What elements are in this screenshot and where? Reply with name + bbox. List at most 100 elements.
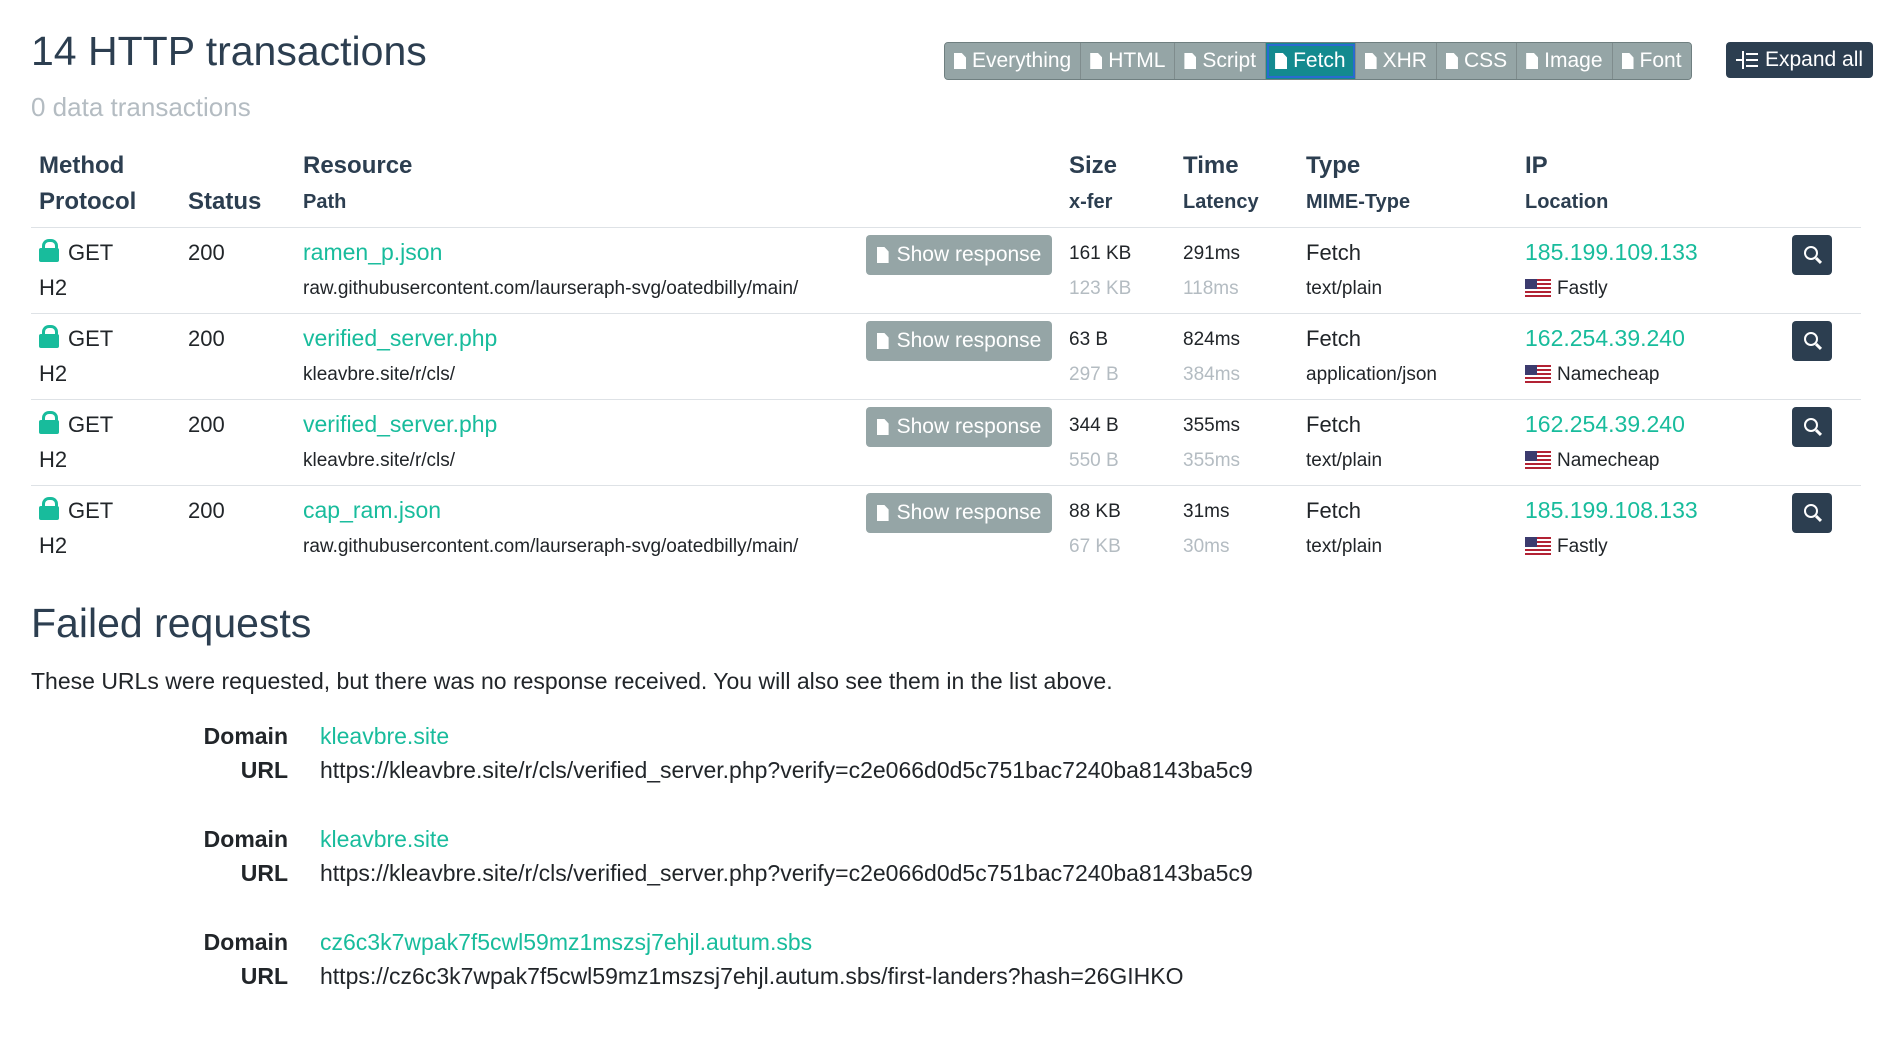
row-latency: 30ms <box>1183 536 1230 557</box>
lock-icon <box>39 497 59 520</box>
filter-label: XHR <box>1382 49 1427 72</box>
row-method: GET <box>68 498 114 523</box>
document-icon <box>1526 53 1539 69</box>
row-protocol: H2 <box>39 447 68 472</box>
inspect-button[interactable] <box>1792 235 1832 275</box>
row-latency: 384ms <box>1183 364 1241 385</box>
row-time: 31ms <box>1183 501 1230 522</box>
row-mime: text/plain <box>1306 450 1383 471</box>
row-status: 200 <box>188 498 225 523</box>
row-resource-link[interactable]: verified_server.php <box>303 411 497 438</box>
row-mime: text/plain <box>1306 278 1383 299</box>
show-response-button[interactable]: Show response <box>866 321 1052 361</box>
expand-all-button[interactable]: Expand all <box>1726 42 1874 78</box>
row-protocol: H2 <box>39 275 68 300</box>
row-protocol: H2 <box>39 361 68 386</box>
row-status: 200 <box>188 240 225 265</box>
filter-fetch-button[interactable]: Fetch <box>1266 43 1356 79</box>
failed-domain-link[interactable]: kleavbre.site <box>320 826 449 853</box>
row-size: 344 B <box>1069 415 1119 436</box>
filter-toolbar: Everything HTML Script Fetch XHR CSS Ima… <box>944 42 1692 80</box>
row-resource-link[interactable]: ramen_p.json <box>303 239 442 266</box>
failed-url: https://kleavbre.site/r/cls/verified_ser… <box>320 860 1253 886</box>
url-label: URL <box>240 757 288 783</box>
filter-label: Script <box>1202 49 1257 72</box>
row-ip-link[interactable]: 162.254.39.240 <box>1525 325 1685 352</box>
document-icon <box>876 505 889 521</box>
row-type: Fetch <box>1306 240 1362 265</box>
row-time: 355ms <box>1183 415 1241 436</box>
row-location-label: Fastly <box>1557 278 1608 299</box>
document-icon <box>1184 53 1197 69</box>
filter-script-button[interactable]: Script <box>1175 43 1267 79</box>
row-location: Namecheap <box>1525 364 1659 386</box>
show-response-button[interactable]: Show response <box>866 493 1052 533</box>
row-type: Fetch <box>1306 498 1362 523</box>
col-resource: Resource <box>303 152 413 179</box>
document-icon <box>1275 53 1288 69</box>
row-path: kleavbre.site/r/cls/ <box>303 450 456 471</box>
col-protocol: Protocol <box>39 188 137 215</box>
domain-label: Domain <box>203 826 288 852</box>
row-ip-link[interactable]: 162.254.39.240 <box>1525 411 1685 438</box>
filter-xhr-button[interactable]: XHR <box>1355 43 1437 79</box>
document-icon <box>876 419 889 435</box>
row-location-label: Namecheap <box>1557 450 1660 471</box>
col-latency: Latency <box>1183 191 1259 213</box>
filter-label: CSS <box>1463 49 1508 72</box>
filter-image-button[interactable]: Image <box>1517 43 1613 79</box>
row-ip-link[interactable]: 185.199.108.133 <box>1525 497 1698 524</box>
document-icon <box>1621 53 1634 69</box>
row-xfer: 550 B <box>1069 450 1119 471</box>
table-divider <box>31 485 1861 486</box>
us-flag-icon <box>1525 451 1551 469</box>
col-location: Location <box>1525 191 1609 213</box>
row-location: Fastly <box>1525 278 1608 300</box>
filter-html-button[interactable]: HTML <box>1081 43 1176 79</box>
filter-css-button[interactable]: CSS <box>1436 43 1518 79</box>
document-icon <box>1445 53 1458 69</box>
col-size: Size <box>1069 152 1118 179</box>
us-flag-icon <box>1525 365 1551 383</box>
domain-label: Domain <box>203 723 288 749</box>
row-size: 161 KB <box>1069 243 1132 264</box>
show-response-button[interactable]: Show response <box>866 407 1052 447</box>
row-status: 200 <box>188 326 225 351</box>
row-location-label: Namecheap <box>1557 364 1660 385</box>
filter-everything-button[interactable]: Everything <box>945 43 1082 79</box>
url-label: URL <box>240 860 288 886</box>
url-label: URL <box>240 963 288 989</box>
row-resource-link[interactable]: cap_ram.json <box>303 497 441 524</box>
show-response-label: Show response <box>896 243 1042 266</box>
row-ip-link[interactable]: 185.199.109.133 <box>1525 239 1698 266</box>
lock-icon <box>39 411 59 434</box>
row-protocol: H2 <box>39 533 68 558</box>
failed-domain-link[interactable]: kleavbre.site <box>320 723 449 750</box>
failed-url: https://kleavbre.site/r/cls/verified_ser… <box>320 757 1253 783</box>
col-type: Type <box>1306 152 1361 179</box>
failed-requests-description: These URLs were requested, but there was… <box>31 668 1113 694</box>
col-status: Status <box>188 188 262 215</box>
inspect-button[interactable] <box>1792 407 1832 447</box>
show-response-label: Show response <box>896 501 1042 524</box>
filter-label: Fetch <box>1293 49 1346 72</box>
show-response-button[interactable]: Show response <box>866 235 1052 275</box>
inspect-button[interactable] <box>1792 321 1832 361</box>
document-icon <box>954 53 966 69</box>
page-title: 14 HTTP transactions <box>31 28 427 74</box>
row-latency: 118ms <box>1183 278 1239 299</box>
failed-requests-heading: Failed requests <box>31 600 312 646</box>
show-response-label: Show response <box>896 329 1042 352</box>
failed-url: https://cz6c3k7wpak7f5cwl59mz1mszsj7ehjl… <box>320 963 1184 989</box>
filter-font-button[interactable]: Font <box>1612 43 1691 79</box>
table-divider <box>31 313 1861 314</box>
row-method: GET <box>68 240 114 265</box>
row-resource-link[interactable]: verified_server.php <box>303 325 497 352</box>
row-method: GET <box>68 412 114 437</box>
expand-tree-icon <box>1736 51 1758 69</box>
inspect-button[interactable] <box>1792 493 1832 533</box>
col-time: Time <box>1183 152 1239 179</box>
row-mime: application/json <box>1306 364 1437 385</box>
failed-domain-link[interactable]: cz6c3k7wpak7f5cwl59mz1mszsj7ehjl.autum.s… <box>320 929 812 956</box>
row-type: Fetch <box>1306 412 1362 437</box>
